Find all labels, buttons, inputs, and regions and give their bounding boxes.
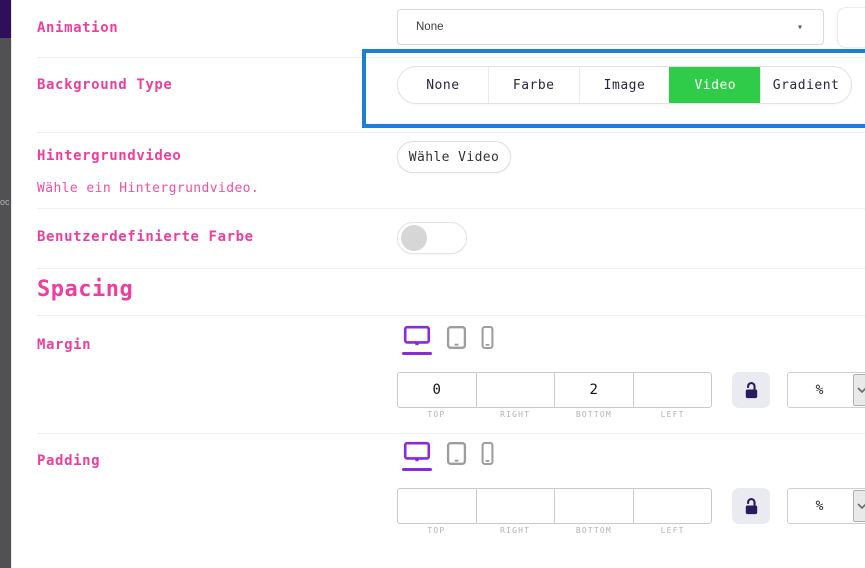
margin-device-switcher	[402, 325, 494, 355]
bg-type-option-video[interactable]: Video	[669, 67, 760, 103]
top-label: TOP	[397, 526, 476, 535]
margin-label: Margin	[37, 337, 91, 353]
top-right-empty-box[interactable]	[837, 7, 865, 48]
padding-bottom-input[interactable]	[555, 489, 633, 523]
desktop-icon	[403, 441, 431, 465]
padding-right-cell	[476, 489, 555, 523]
padding-input-group	[397, 488, 712, 524]
padding-device-desktop-button[interactable]	[402, 441, 432, 471]
toggle-knob	[401, 225, 427, 251]
margin-top-cell	[398, 373, 476, 407]
chevron-down-icon: ▾	[797, 22, 803, 33]
chevron-down-icon	[853, 374, 865, 406]
background-type-segmented-control: None Farbe Image Video Gradient	[397, 66, 852, 104]
bottom-label: BOTTOM	[555, 526, 634, 535]
padding-right-input[interactable]	[477, 489, 555, 523]
divider	[37, 433, 865, 434]
active-device-indicator	[402, 352, 432, 355]
custom-color-toggle[interactable]	[397, 222, 467, 254]
margin-device-tablet-button[interactable]	[446, 325, 467, 350]
padding-dimension-labels: TOP RIGHT BOTTOM LEFT	[397, 526, 712, 535]
margin-bottom-cell	[554, 373, 633, 407]
choose-video-button[interactable]: Wähle Video	[397, 141, 511, 173]
margin-top-input[interactable]	[398, 373, 476, 407]
unlock-icon	[742, 381, 761, 400]
margin-right-cell	[476, 373, 555, 407]
mobile-icon	[481, 441, 494, 466]
margin-left-input[interactable]	[634, 373, 712, 407]
padding-top-input[interactable]	[398, 489, 476, 523]
padding-device-tablet-button[interactable]	[446, 441, 467, 466]
margin-right-input[interactable]	[477, 373, 555, 407]
background-video-description: Wähle ein Hintergrundvideo.	[37, 181, 259, 196]
padding-device-mobile-button[interactable]	[481, 441, 494, 466]
divider	[37, 132, 865, 133]
top-label: TOP	[397, 410, 476, 419]
margin-dimension-labels: TOP RIGHT BOTTOM LEFT	[397, 410, 712, 419]
background-page-strip: oc	[0, 0, 11, 568]
margin-unit-select[interactable]: %	[787, 372, 865, 408]
right-label: RIGHT	[476, 526, 555, 535]
margin-input-group	[397, 372, 712, 408]
background-page-header-strip	[0, 0, 11, 38]
bottom-label: BOTTOM	[555, 410, 634, 419]
bg-type-option-farbe[interactable]: Farbe	[488, 67, 579, 103]
tablet-icon	[446, 325, 467, 350]
margin-left-cell	[633, 373, 712, 407]
bg-type-option-image[interactable]: Image	[579, 67, 670, 103]
unlock-icon	[742, 497, 761, 516]
active-device-indicator	[402, 468, 432, 471]
left-label: LEFT	[633, 410, 712, 419]
left-label: LEFT	[633, 526, 712, 535]
padding-unit-select[interactable]: %	[787, 488, 865, 524]
mobile-icon	[481, 325, 494, 350]
chevron-down-icon	[853, 490, 865, 522]
spacing-heading: Spacing	[37, 277, 133, 302]
divider	[37, 315, 865, 316]
margin-unit-value: %	[788, 373, 851, 407]
padding-bottom-cell	[554, 489, 633, 523]
margin-device-mobile-button[interactable]	[481, 325, 494, 350]
tablet-icon	[446, 441, 467, 466]
margin-bottom-input[interactable]	[555, 373, 633, 407]
background-text-fragment: oc	[0, 197, 11, 207]
right-label: RIGHT	[476, 410, 555, 419]
desktop-icon	[403, 325, 431, 349]
padding-device-switcher	[402, 441, 494, 471]
background-type-label: Background Type	[37, 77, 172, 93]
padding-left-cell	[633, 489, 712, 523]
settings-modal: Animation None ▾ Background Type None Fa…	[11, 0, 865, 568]
animation-select[interactable]: None ▾	[397, 9, 824, 45]
margin-link-values-button[interactable]	[732, 372, 770, 408]
divider	[37, 208, 865, 209]
bg-type-option-gradient[interactable]: Gradient	[760, 67, 851, 103]
padding-top-cell	[398, 489, 476, 523]
padding-label: Padding	[37, 453, 100, 469]
animation-label: Animation	[37, 20, 118, 36]
divider	[37, 268, 865, 269]
settings-panel: oc Animation None ▾ Background Type None…	[0, 0, 865, 568]
margin-device-desktop-button[interactable]	[402, 325, 432, 355]
padding-link-values-button[interactable]	[732, 488, 770, 524]
animation-select-value: None	[416, 21, 444, 33]
padding-left-input[interactable]	[634, 489, 712, 523]
custom-color-label: Benutzerdefinierte Farbe	[37, 229, 254, 245]
bg-type-option-none[interactable]: None	[398, 67, 488, 103]
padding-unit-value: %	[788, 489, 851, 523]
background-video-label: Hintergrundvideo	[37, 148, 181, 164]
